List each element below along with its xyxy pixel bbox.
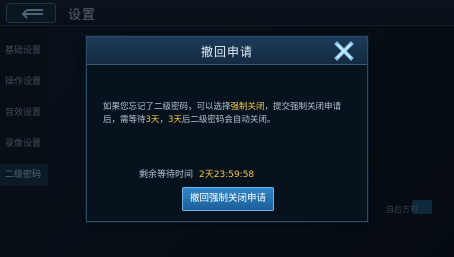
message-highlight-days-1: 3天 (145, 115, 160, 125)
remaining-time-label: 剩余等待时间 (139, 170, 194, 180)
close-x-icon (334, 41, 354, 61)
dialog-header: 撤回申请 (87, 37, 367, 65)
dialog-title: 撤回申请 (200, 45, 253, 59)
remaining-time-row: 剩余等待时间 2天23:59:58 (139, 167, 339, 180)
revoke-request-dialog: 撤回申请 如果您忘记了二级密码，可以选择强制关闭，提交强制关闭申请后，需等待3天… (86, 36, 368, 222)
message-highlight-days-2: 3天 (167, 115, 182, 125)
message-highlight-force-close: 强制关闭 (230, 102, 265, 112)
message-text-1: 如果您忘记了二级密码，可以选择 (103, 102, 231, 112)
revoke-force-close-button[interactable]: 撤回强制关闭申请 (182, 187, 274, 211)
dialog-message: 如果您忘记了二级密码，可以选择强制关闭，提交强制关闭申请后，需等待3天，3天后二… (103, 101, 355, 127)
message-text-4: 后二级密码会自动关闭。 (181, 115, 276, 125)
remaining-time-value: 2天23:59:58 (199, 170, 255, 180)
close-button[interactable] (331, 40, 357, 62)
message-text-3: ， (159, 115, 168, 125)
